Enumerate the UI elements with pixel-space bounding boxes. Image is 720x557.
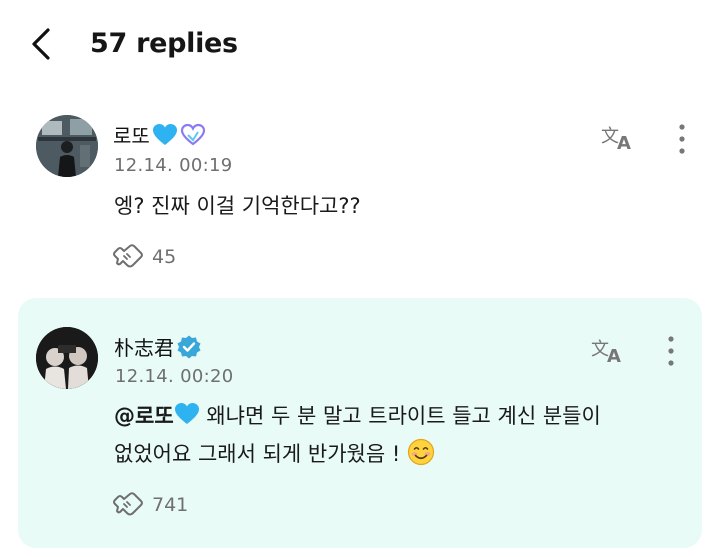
author-row: 朴志君 bbox=[114, 332, 202, 361]
smiling-face-emoji-icon bbox=[407, 438, 435, 466]
svg-text:A: A bbox=[607, 346, 621, 365]
svg-text:A: A bbox=[617, 133, 631, 152]
reaction-icon bbox=[112, 243, 144, 271]
reaction-button[interactable]: 741 bbox=[112, 491, 188, 519]
comment-text-line: 없었어요 그래서 되게 반가웠음 ! bbox=[114, 435, 674, 473]
more-options-icon[interactable] bbox=[674, 122, 690, 156]
author-name[interactable]: 로또 bbox=[113, 120, 150, 149]
comment-text-part: 없었어요 그래서 되게 반가웠음 ! bbox=[114, 442, 401, 466]
comment-text: @로또 왜냐면 두 분 말고 트라이트 들고 계신 분들이 없었어요 그래서 되… bbox=[114, 397, 674, 473]
avatar[interactable] bbox=[36, 327, 98, 389]
comment-text-part: 왜냐면 두 분 말고 트라이트 들고 계신 분들이 bbox=[206, 404, 601, 428]
comment-item: 로또 12.14. 00:19 엥? 진짜 이걸 기억한다고?? 45 文A bbox=[0, 100, 720, 290]
translate-icon[interactable]: 文A bbox=[590, 335, 628, 365]
comment-timestamp: 12.14. 00:19 bbox=[114, 155, 233, 176]
blue-heart-icon bbox=[174, 402, 200, 426]
reaction-count: 45 bbox=[152, 246, 177, 268]
reaction-count: 741 bbox=[152, 494, 189, 516]
back-arrow-icon[interactable] bbox=[26, 24, 62, 64]
author-row: 로또 bbox=[113, 120, 206, 149]
comment-text: 엥? 진짜 이걸 기억한다고?? bbox=[114, 194, 361, 218]
page-title: 57 replies bbox=[90, 28, 238, 59]
reaction-button[interactable]: 45 bbox=[112, 243, 176, 271]
verified-badge-icon bbox=[176, 334, 202, 360]
translate-icon[interactable]: 文A bbox=[600, 122, 638, 152]
reaction-icon bbox=[112, 491, 144, 519]
header: 57 replies bbox=[0, 0, 720, 90]
blue-heart-icon bbox=[152, 123, 178, 147]
mention-link[interactable]: @로또 bbox=[114, 404, 174, 428]
author-name[interactable]: 朴志君 bbox=[114, 332, 174, 361]
comment-item-highlighted: 朴志君 12.14. 00:20 @로또 왜냐면 두 분 말고 트라이트 들고 … bbox=[18, 298, 702, 548]
comment-text-line: @로또 왜냐면 두 분 말고 트라이트 들고 계신 분들이 bbox=[114, 397, 674, 435]
comment-timestamp: 12.14. 00:20 bbox=[115, 366, 234, 387]
more-options-icon[interactable] bbox=[663, 334, 679, 368]
avatar[interactable] bbox=[36, 115, 98, 177]
purple-heart-outline-icon bbox=[180, 123, 206, 147]
